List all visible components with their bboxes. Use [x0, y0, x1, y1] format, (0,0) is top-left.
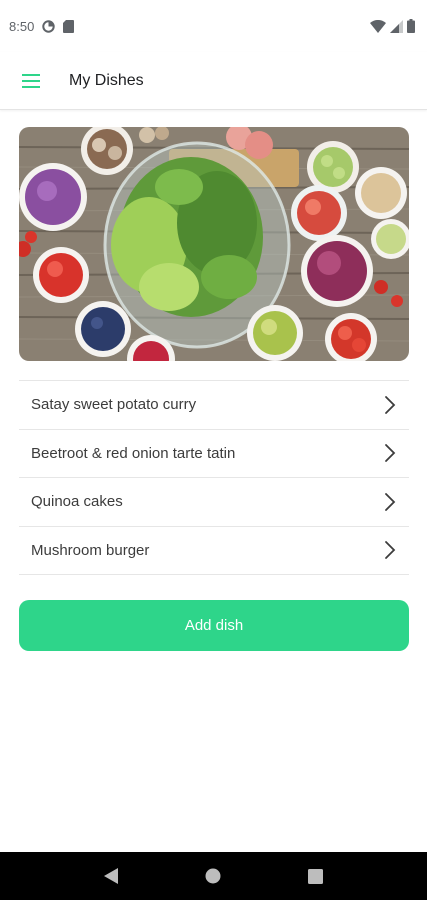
list-item[interactable]: Satay sweet potato curry: [19, 381, 409, 430]
app-bar: My Dishes: [0, 52, 427, 110]
nav-home-button[interactable]: [198, 861, 228, 891]
home-circle-icon: [205, 868, 221, 884]
system-nav-bar: [0, 852, 427, 900]
salad-ingredients-photo: [19, 127, 409, 361]
add-dish-button[interactable]: Add dish: [19, 600, 409, 651]
dish-name: Satay sweet potato curry: [31, 396, 197, 414]
status-right: [370, 19, 415, 33]
list-item[interactable]: Quinoa cakes: [19, 478, 409, 527]
chevron-right-icon: [385, 492, 396, 511]
list-item[interactable]: Mushroom burger: [19, 527, 409, 575]
nav-recents-button[interactable]: [301, 861, 331, 891]
status-bar: 8:50: [0, 0, 427, 52]
dish-list: Satay sweet potato curry Beetroot & red …: [19, 380, 409, 575]
battery-icon: [407, 19, 415, 33]
hamburger-menu-icon: [22, 73, 40, 88]
dish-name: Mushroom burger: [31, 541, 150, 559]
hero-image: [19, 127, 409, 361]
chevron-right-icon: [385, 541, 396, 560]
page-title: My Dishes: [69, 71, 144, 89]
data-saver-icon: [42, 19, 56, 33]
sd-card-icon: [63, 19, 75, 33]
list-item[interactable]: Beetroot & red onion tarte tatin: [19, 430, 409, 478]
chevron-right-icon: [385, 444, 396, 463]
recents-square-icon: [308, 868, 324, 884]
status-left: 8:50: [9, 18, 75, 34]
status-time: 8:50: [9, 18, 35, 34]
back-triangle-icon: [104, 868, 119, 884]
nav-back-button[interactable]: [96, 861, 126, 891]
menu-button[interactable]: [20, 70, 42, 92]
dish-name: Beetroot & red onion tarte tatin: [31, 444, 236, 462]
chevron-right-icon: [385, 395, 396, 414]
wifi-icon: [370, 19, 386, 33]
cell-signal-icon: [390, 19, 403, 33]
dish-name: Quinoa cakes: [31, 493, 123, 511]
